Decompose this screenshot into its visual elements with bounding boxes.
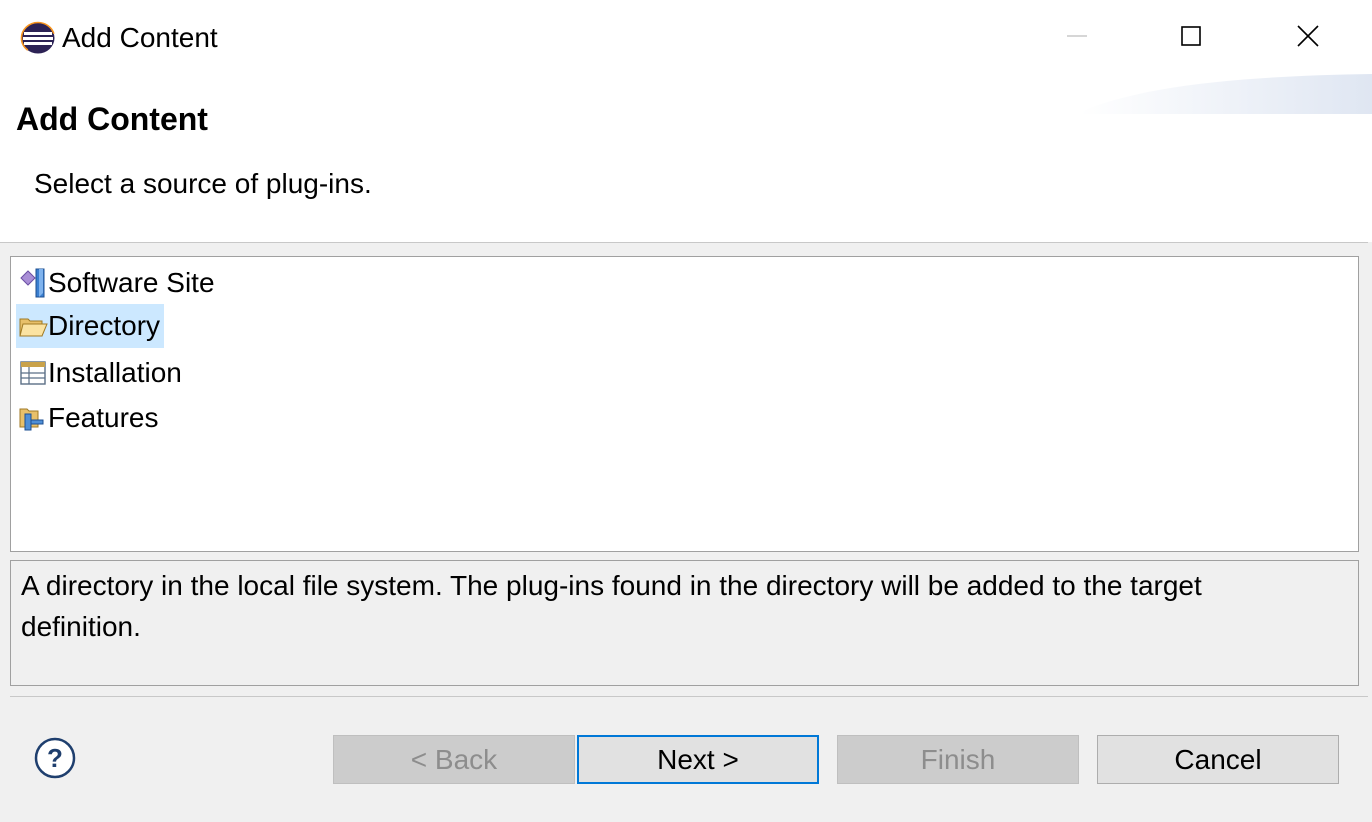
page-message: Select a source of plug-ins. [34,168,372,199]
banner-decoration [1080,74,1372,114]
title-bar: Add Content [0,0,1372,74]
description-panel: A directory in the local file system. Th… [10,560,1359,686]
features-icon [19,408,44,431]
folder-icon [19,318,48,337]
eclipse-icon [20,21,56,55]
maximize-icon[interactable] [1168,14,1214,58]
window-title: Add Content [62,22,218,53]
list-item-software-site[interactable]: Software Site [16,261,219,305]
back-button[interactable]: < Back [333,735,575,784]
next-button[interactable]: Next > [577,735,819,784]
list-item-features[interactable]: Features [16,396,163,440]
wizard-banner: Add Content Select a source of plug-ins. [0,74,1372,242]
close-icon[interactable] [1285,14,1331,58]
list-item-label: Directory [48,310,161,341]
description-text: A directory in the local file system. Th… [21,570,1202,642]
svg-text:?: ? [47,743,63,773]
list-item-installation[interactable]: Installation [16,351,186,395]
list-item-label: Installation [48,357,182,388]
list-item-label: Features [48,402,159,433]
button-bar-separator [10,696,1368,697]
software-site-icon [20,268,45,298]
installation-icon [20,361,46,385]
banner-separator [0,242,1368,243]
page-title: Add Content [16,101,208,137]
finish-button[interactable]: Finish [837,735,1079,784]
list-item-directory[interactable]: Directory [16,304,165,348]
list-item-label: Software Site [48,267,215,298]
help-icon[interactable]: ? [33,736,77,780]
source-list[interactable]: Software Site Directory Installation Fea… [10,256,1359,552]
cancel-button[interactable]: Cancel [1097,735,1339,784]
minimize-icon[interactable] [1054,14,1100,58]
